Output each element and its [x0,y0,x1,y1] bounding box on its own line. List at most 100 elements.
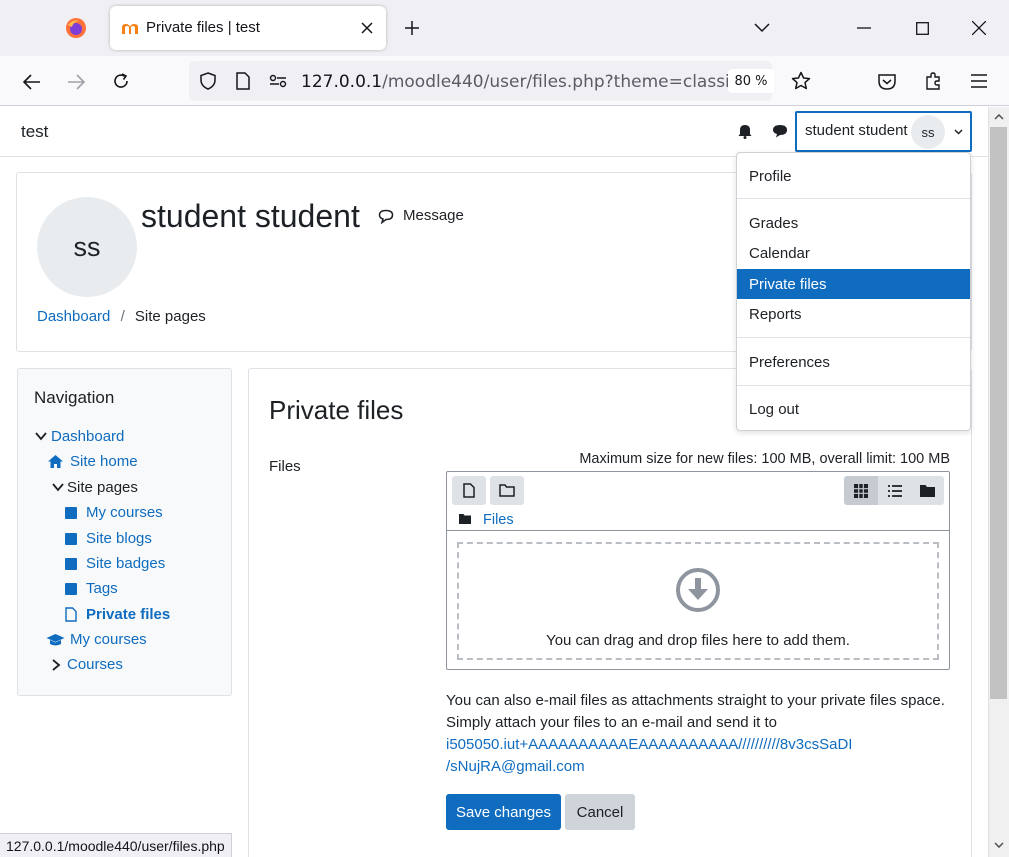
tab-close-icon[interactable] [356,17,378,39]
nav-site-pages-label: Site pages [67,479,138,496]
message-bubble-icon[interactable] [769,121,791,141]
scroll-down-arrow-icon[interactable] [990,838,1007,852]
folder-icon [499,484,515,497]
menu-item-profile[interactable]: Profile [737,161,970,191]
file-icon [65,607,77,622]
folder-path-link[interactable]: Files [483,512,514,528]
nav-site-blogs-label: Site blogs [86,530,152,547]
user-dropdown-menu: Profile Grades Calendar Private files Re… [736,152,971,431]
chevron-right-icon [52,658,61,671]
nav-tags[interactable]: Tags [65,580,118,597]
menu-divider [737,337,970,338]
view-icons-button[interactable] [844,476,878,505]
view-tree-button[interactable] [911,476,944,505]
reload-icon[interactable] [107,67,135,95]
email-address-line-2[interactable]: /sNujRA@gmail.com [446,756,945,778]
navigation-node-icon [65,582,77,595]
tab-title: Private files | test [146,19,260,36]
nav-my-courses-child[interactable]: My courses [65,504,163,521]
status-url: 127.0.0.1/moodle440/user/files.php [0,833,232,857]
nav-dashboard-label: Dashboard [51,428,125,445]
new-tab-plus-icon[interactable] [400,16,424,40]
navigation-node-icon [65,557,77,570]
nav-my-courses-child-label: My courses [86,504,163,521]
home-icon [48,455,63,468]
files-label: Files [269,458,301,475]
list-view-icon [887,484,902,497]
bell-notification-icon[interactable] [735,121,755,141]
navigation-title: Navigation [34,388,115,407]
message-link[interactable]: Message [403,207,464,224]
cancel-button[interactable]: Cancel [565,794,635,830]
nav-site-home[interactable]: Site home [47,453,138,470]
chevron-down-icon [35,432,47,441]
message-icon[interactable] [377,207,395,225]
scrollbar-thumb[interactable] [990,127,1007,699]
shield-icon[interactable] [196,69,220,93]
hamburger-menu-icon[interactable] [966,68,992,94]
window-minimize-icon[interactable] [852,16,876,40]
chevron-down-icon [52,483,64,492]
drop-zone-text: You can drag and drop files here to add … [546,632,850,649]
email-address-line-1[interactable]: i505050.iut+AAAAAAAAAAEAAAAAAAAAA///////… [446,734,945,756]
nav-site-pages[interactable]: Site pages [52,479,138,496]
grid-view-icon [854,483,868,498]
menu-item-calendar[interactable]: Calendar [737,238,970,268]
menu-divider [737,198,970,199]
menu-item-grades[interactable]: Grades [737,208,970,238]
menu-item-preferences[interactable]: Preferences [737,347,970,377]
site-name[interactable]: test [21,122,48,142]
graduation-cap-icon [46,633,65,645]
view-list-button[interactable] [878,476,911,505]
nav-my-courses-label: My courses [70,631,147,648]
page-info-icon[interactable] [232,69,254,93]
nav-site-blogs[interactable]: Site blogs [65,530,152,547]
avatar-small: ss [911,115,945,149]
tab-list-chevron-icon[interactable] [750,16,774,40]
email-text-line-1: You can also e-mail files as attachments… [446,692,945,709]
nav-dashboard[interactable]: Dashboard [35,428,124,445]
menu-item-reports[interactable]: Reports [737,299,970,329]
extensions-puzzle-icon[interactable] [920,68,946,94]
menu-divider [737,385,970,386]
breadcrumb-site-pages: Site pages [134,308,206,325]
navigation-node-icon [65,532,77,545]
moodle-favicon-icon [120,19,140,37]
window-maximize-icon[interactable] [910,16,934,40]
window-close-icon[interactable] [967,16,991,40]
navigation-node-icon [65,506,77,519]
breadcrumb-dashboard[interactable]: Dashboard [37,308,110,325]
folder-solid-icon [920,484,935,497]
nav-courses-label: Courses [67,656,123,673]
nav-private-files[interactable]: Private files [65,606,170,623]
menu-item-private-files[interactable]: Private files [737,269,970,299]
url-text[interactable]: 127.0.0.1/moodle440/user/files.php?theme… [301,72,739,92]
download-arrow-icon [674,566,722,614]
folder-solid-icon [457,512,473,526]
breadcrumb: Dashboard / Site pages [37,308,206,325]
forward-arrow-icon[interactable] [62,68,90,96]
firefox-logo-icon[interactable] [62,14,90,42]
nav-site-home-label: Site home [70,453,138,470]
nav-site-badges-label: Site badges [86,555,166,572]
bookmark-star-icon[interactable] [788,68,814,94]
menu-item-logout[interactable]: Log out [737,394,970,424]
url-path: /moodle440/user/files.php?theme=classic [382,72,740,92]
filemanager-divider [447,530,949,531]
email-instructions: You can also e-mail files as attachments… [446,690,945,778]
permissions-icon[interactable] [266,69,290,93]
zoom-level-badge[interactable]: 80 % [728,69,774,93]
nav-site-badges[interactable]: Site badges [65,555,165,572]
main-heading: Private files [269,395,404,425]
avatar-large: ss [37,197,137,297]
breadcrumb-separator: / [120,308,125,325]
scroll-up-arrow-icon[interactable] [990,110,1007,124]
back-arrow-icon[interactable] [18,68,46,96]
pocket-icon[interactable] [874,68,900,94]
profile-heading: student student [141,198,360,234]
nav-my-courses[interactable]: My courses [46,631,147,648]
save-changes-button[interactable]: Save changes [446,794,561,830]
add-file-button[interactable] [452,476,486,505]
create-folder-button[interactable] [490,476,524,505]
nav-courses[interactable]: Courses [52,656,123,673]
